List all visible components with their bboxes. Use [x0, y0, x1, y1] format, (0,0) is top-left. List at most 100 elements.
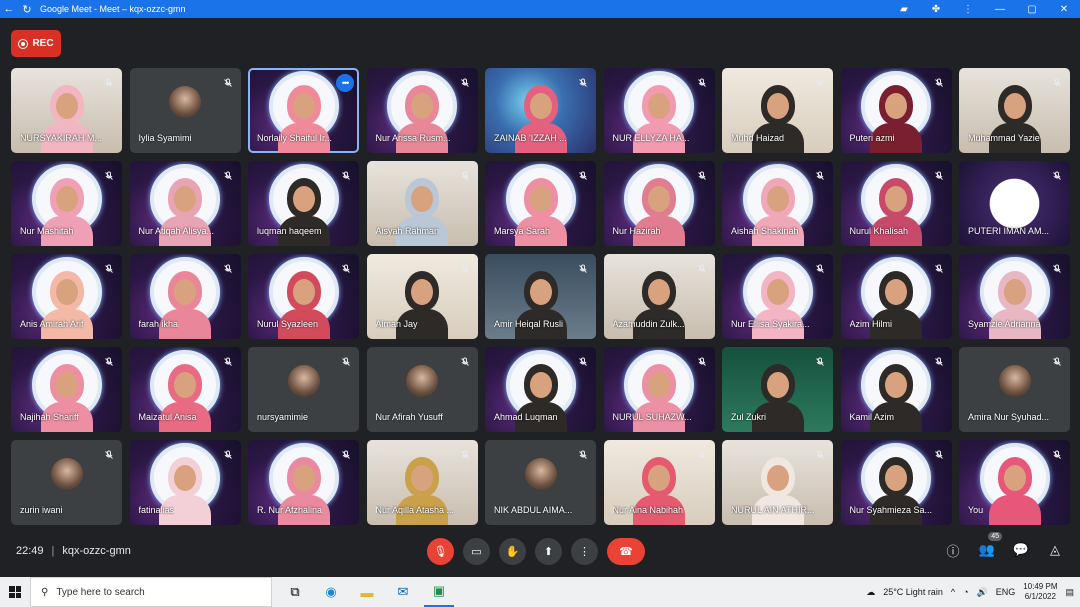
- extensions-icon[interactable]: ✤: [920, 0, 952, 18]
- participant-tile[interactable]: Kamil Azim: [840, 347, 952, 432]
- participant-tile[interactable]: zurin iwani: [11, 440, 122, 525]
- participant-tile[interactable]: Syamzie Adrianna: [959, 254, 1070, 339]
- mic-off-icon: [932, 448, 946, 462]
- participant-tile[interactable]: farah ikha: [129, 254, 241, 339]
- avatar: [169, 86, 201, 118]
- participant-tile[interactable]: Marsya Sarah: [485, 161, 596, 246]
- participant-tile[interactable]: Nurul Syazleen: [248, 254, 359, 339]
- participant-tile[interactable]: Nur Afirah Yusuff: [366, 347, 478, 432]
- participant-tile[interactable]: fatinalias: [129, 440, 241, 525]
- chat-button[interactable]: 💬: [1012, 541, 1030, 559]
- side-controls: ⓘ 👥 45 💬 ◬: [944, 532, 1064, 559]
- start-button[interactable]: [0, 577, 30, 607]
- taskbar-search[interactable]: ⚲ Type here to search: [30, 577, 272, 607]
- weather-icon[interactable]: ☁: [866, 587, 875, 598]
- chevron-up-icon[interactable]: ^: [951, 587, 955, 597]
- participant-tile[interactable]: Muhammad Yazie: [959, 68, 1070, 153]
- mic-off-button[interactable]: 🎙: [427, 538, 454, 565]
- participant-name: NIK ABDUL AIMA...: [494, 505, 573, 515]
- participant-tile[interactable]: NURUL SUHAZW...: [603, 347, 715, 432]
- participant-tile[interactable]: luqman haqeem: [248, 161, 359, 246]
- participant-tile[interactable]: Nur Mashitah: [11, 161, 122, 246]
- participant-tile[interactable]: ZAINAB 'IZZAH ...: [485, 68, 596, 153]
- participant-tile[interactable]: Ahmad Luqman: [485, 347, 596, 432]
- participant-tile[interactable]: nursyamimie: [248, 347, 359, 432]
- participant-tile[interactable]: Amira Nur Syuhad...: [959, 347, 1070, 432]
- minimize-button[interactable]: —: [984, 0, 1016, 18]
- task-view-icon[interactable]: ⧉: [280, 577, 310, 607]
- participant-tile[interactable]: PUTERI IMAN AM...: [959, 161, 1070, 246]
- activities-button[interactable]: ◬: [1046, 541, 1064, 559]
- camera-button[interactable]: ▭: [463, 538, 490, 565]
- participant-tile[interactable]: Nur Ellisa Syakira...: [722, 254, 833, 339]
- mic-off-icon: [1050, 76, 1064, 90]
- file-explorer-icon[interactable]: ▬: [352, 577, 382, 607]
- participant-name: ZAINAB 'IZZAH ...: [494, 133, 567, 143]
- meeting-controls-bar: 22:49 | kqx-ozzc-gmn 🎙 ▭ ✋ ⬆ ⋮ ☎ ⓘ 👥 45 …: [0, 532, 1080, 577]
- notifications-icon[interactable]: ▤: [1065, 587, 1074, 598]
- close-button[interactable]: ✕: [1048, 0, 1080, 18]
- participant-tile[interactable]: Amir Heiqal Rusli: [485, 254, 596, 339]
- participant-tile[interactable]: Zul Zukri: [722, 347, 833, 432]
- edge-icon[interactable]: ◉: [316, 577, 346, 607]
- participant-tile[interactable]: Iylia Syamimi: [129, 68, 241, 153]
- participant-name: Amira Nur Syuhad...: [968, 412, 1050, 422]
- participant-tile[interactable]: You: [959, 440, 1070, 525]
- maximize-button[interactable]: ▢: [1016, 0, 1048, 18]
- record-icon: [18, 38, 29, 49]
- people-button[interactable]: 👥 45: [978, 532, 1002, 559]
- mail-icon[interactable]: ✉: [388, 577, 418, 607]
- language-indicator[interactable]: ENG: [996, 587, 1016, 597]
- participant-tile[interactable]: NURSYAKIRAH M...: [11, 68, 122, 153]
- participant-tile[interactable]: Maizatul Anisa: [129, 347, 241, 432]
- participant-tile[interactable]: Aiman Jay: [366, 254, 478, 339]
- mic-off-icon: [576, 448, 590, 462]
- back-icon[interactable]: ←: [0, 0, 18, 18]
- tile-options-button[interactable]: •••: [336, 74, 354, 92]
- meet-app-icon[interactable]: ▣: [424, 577, 454, 607]
- participant-tile[interactable]: Nur Syahmieza Sa...: [840, 440, 952, 525]
- browser-titlebar: ← ↻ Google Meet - Meet – kqx-ozzc-gmn ▰ …: [0, 0, 1080, 18]
- reload-icon[interactable]: ↻: [18, 0, 36, 18]
- participant-name: Nur Syahmieza Sa...: [849, 505, 933, 515]
- participant-name: Puteri azmi: [849, 133, 895, 143]
- participant-tile[interactable]: NIK ABDUL AIMA...: [485, 440, 596, 525]
- participant-tile[interactable]: Najihah Shariff: [11, 347, 122, 432]
- more-vert-icon[interactable]: ⋮: [952, 0, 984, 18]
- more-options-button[interactable]: ⋮: [571, 538, 598, 565]
- system-clock[interactable]: 10:49 PM 6/1/2022: [1023, 582, 1057, 602]
- participant-tile[interactable]: R. Nur Afzhalina: [248, 440, 359, 525]
- participant-tile[interactable]: Aisyah Rahman: [366, 161, 478, 246]
- participant-tile[interactable]: NURUL AIN ATHIR...: [722, 440, 833, 525]
- mic-off-icon: [813, 262, 827, 276]
- raise-hand-button[interactable]: ✋: [499, 538, 526, 565]
- leave-call-button[interactable]: ☎: [607, 538, 645, 565]
- participant-tile[interactable]: Azamuddin Zulk...: [603, 254, 715, 339]
- participant-tile[interactable]: Nur Arissa Rusm...: [366, 68, 478, 153]
- participant-tile[interactable]: Azim Hilmi: [840, 254, 952, 339]
- participant-tile[interactable]: Nur Atiqah Alisya...: [129, 161, 241, 246]
- mic-off-icon: [458, 448, 472, 462]
- participant-tile[interactable]: Nur Aqilla Atasha ...: [366, 440, 478, 525]
- participant-tile[interactable]: Nur Hazirah: [603, 161, 715, 246]
- network-icon[interactable]: ◔: [963, 587, 968, 597]
- participant-tile[interactable]: Puteri azmi: [840, 68, 952, 153]
- participant-name: PUTERI IMAN AM...: [968, 226, 1050, 236]
- participant-tile[interactable]: Nurul Khalisah: [840, 161, 952, 246]
- camera-icon[interactable]: ▰: [888, 0, 920, 18]
- meeting-details-button[interactable]: ⓘ: [944, 541, 962, 559]
- participant-tile[interactable]: Anis Amirah Arif: [11, 254, 122, 339]
- present-button[interactable]: ⬆: [535, 538, 562, 565]
- mic-off-icon: [576, 76, 590, 90]
- participant-tile[interactable]: Muhd Haizad: [722, 68, 833, 153]
- mic-off-icon: [102, 76, 116, 90]
- mic-off-icon: [102, 169, 116, 183]
- recording-badge[interactable]: REC: [11, 30, 61, 57]
- clock-time: 10:49 PM: [1023, 582, 1058, 591]
- weather-text[interactable]: 25°C Light rain: [883, 587, 943, 597]
- participant-tile[interactable]: NUR ELLYZA HA...: [603, 68, 715, 153]
- participant-tile[interactable]: Aishah Shakinah: [722, 161, 833, 246]
- volume-icon[interactable]: 🔊: [977, 587, 988, 598]
- participant-tile[interactable]: Nur Aina Nabihah: [603, 440, 715, 525]
- participant-tile[interactable]: ••• Norlaily Shaiful Ir...: [248, 68, 359, 153]
